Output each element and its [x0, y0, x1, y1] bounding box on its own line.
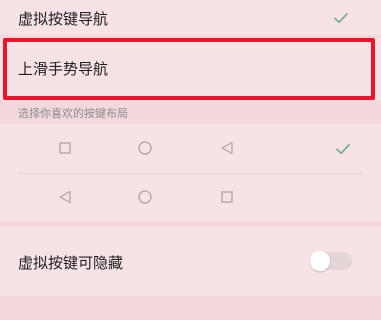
toggle-knob	[310, 251, 330, 271]
key-layouts-panel	[0, 124, 381, 222]
navigation-settings-screen: 虚拟按键导航 上滑手势导航 选择你喜欢的按键布局 虚拟按键可隐藏	[0, 0, 381, 320]
virtual-keys-nav-row[interactable]: 虚拟按键导航	[0, 0, 381, 35]
layout-section-label: 选择你喜欢的按键布局	[18, 107, 128, 120]
layout-option-2[interactable]	[0, 174, 381, 222]
virtual-keys-nav-label: 虚拟按键导航	[18, 10, 109, 28]
circle-icon	[138, 141, 152, 155]
triangle-left-icon	[221, 141, 233, 155]
check-icon	[336, 143, 350, 155]
circle-icon	[138, 190, 152, 204]
hideable-keys-toggle[interactable]	[310, 251, 352, 271]
hideable-keys-label: 虚拟按键可隐藏	[18, 254, 124, 272]
highlight-box	[3, 38, 375, 100]
triangle-left-icon	[59, 190, 71, 204]
square-icon	[59, 142, 71, 154]
layout-option-1[interactable]	[0, 124, 381, 173]
check-icon	[334, 12, 348, 24]
square-icon	[221, 191, 233, 203]
